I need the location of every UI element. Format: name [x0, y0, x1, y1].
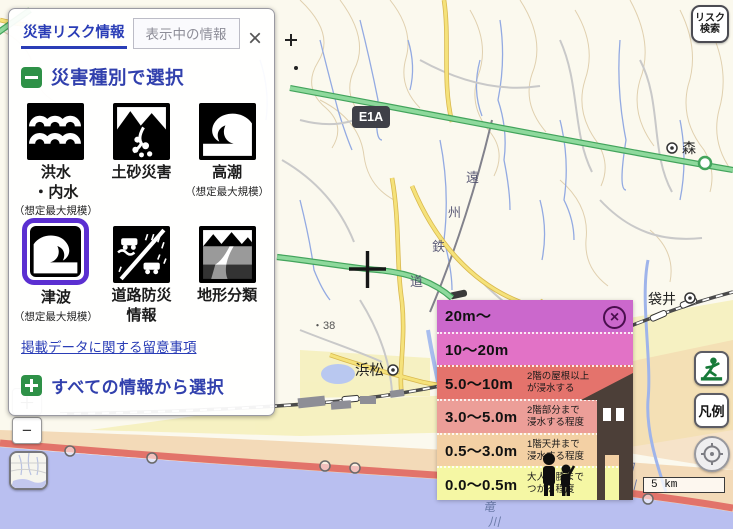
minimap-toggle-button[interactable] [9, 451, 48, 490]
landform-icon[interactable] [199, 226, 256, 283]
landslide-icon[interactable] [113, 103, 170, 160]
tsunami-selected-border[interactable] [22, 218, 89, 285]
panel-close-icon[interactable]: × [246, 29, 264, 49]
risk-search-button[interactable]: リスク 検索 [691, 5, 729, 43]
legend-row: 10～20m [437, 332, 633, 366]
town-label-hamamatsu: 浜松 [355, 362, 384, 379]
type-storm-surge[interactable]: 高潮 （想定最大規模） [184, 103, 270, 218]
tab-displayed-info[interactable]: 表示中の情報 [133, 18, 240, 49]
panel-tabbar: 災害リスク情報 表示中の情報 × [9, 9, 274, 49]
road-disaster-icon[interactable] [113, 226, 170, 283]
storm-surge-icon[interactable] [199, 103, 256, 160]
svg-text:竜: 竜 [483, 500, 497, 514]
spot-elevation-label: ・38 [312, 320, 335, 332]
map-scale-bar: 5 km [643, 477, 725, 493]
tsunami-icon[interactable] [30, 226, 81, 277]
disaster-risk-panel: 災害リスク情報 表示中の情報 × 災害種別で選択 洪水 ・内水 （想定最大規模） [8, 8, 275, 416]
tsunami-depth-legend: × 20m～ 10～20m 5.0～10m 2階の屋根以上が浸水する 3.0～5… [437, 300, 633, 500]
lake [321, 364, 355, 384]
evacuation-runner-icon [698, 355, 725, 382]
type-tsunami[interactable]: 津波 （想定最大規模） [13, 226, 99, 326]
minimap-thumbnail [11, 453, 46, 488]
town-label-fukuroi: 袋井 [648, 291, 676, 307]
type-road-disaster[interactable]: 道路防災 情報 [99, 226, 185, 326]
type-flood[interactable]: 洪水 ・内水 （想定最大規模） [13, 103, 99, 218]
section-title: 災害種別で選択 [51, 64, 184, 90]
section-select-from-all[interactable]: すべての情報から選択 [21, 373, 274, 398]
svg-text:川: 川 [488, 515, 502, 529]
type-landslide[interactable]: 土砂災害 [99, 103, 185, 218]
svg-text:州: 州 [448, 205, 461, 220]
section-select-by-type[interactable]: 災害種別で選択 [21, 64, 274, 90]
collapse-minus-icon[interactable] [21, 67, 42, 88]
expressway-badge-label: E1A [359, 110, 383, 124]
legend-row: 0.0～0.5m 大人の膝までつかる程度 [437, 466, 633, 500]
svg-text:遠: 遠 [466, 170, 479, 185]
data-notice-link[interactable]: 掲載データに関する留意事項 [21, 336, 197, 356]
locate-compass-button[interactable] [694, 436, 730, 472]
zoom-out-button[interactable]: − [12, 417, 42, 444]
evacuation-site-button[interactable] [694, 351, 729, 386]
svg-text:道: 道 [410, 274, 423, 289]
section-title-all: すべての情報から選択 [51, 373, 224, 398]
hazard-map-app: E1A 森 袋井 浜松 ・38 遠 州 鉄 道 太 田 川 天 竜 川 [0, 0, 733, 529]
type-landform[interactable]: 地形分類 [184, 226, 270, 326]
disaster-type-grid: 洪水 ・内水 （想定最大規模） [13, 103, 270, 326]
compass-icon [700, 442, 724, 466]
legend-row: 0.5～3.0m 1階天井まで浸水する程度 [437, 433, 633, 467]
legend-row: 5.0～10m 2階の屋根以上が浸水する [437, 365, 633, 399]
legend-row: 3.0～5.0m 2階部分まで浸水する程度 [437, 399, 633, 433]
tab-disaster-risk-info[interactable]: 災害リスク情報 [21, 18, 127, 49]
flood-icon[interactable] [27, 103, 84, 160]
legend-close-icon[interactable]: × [603, 306, 626, 329]
svg-text:鉄: 鉄 [432, 239, 445, 254]
legend-toggle-button[interactable]: 凡例 [694, 393, 729, 428]
expand-plus-icon[interactable] [21, 375, 42, 396]
town-label-mori: 森 [682, 140, 696, 156]
